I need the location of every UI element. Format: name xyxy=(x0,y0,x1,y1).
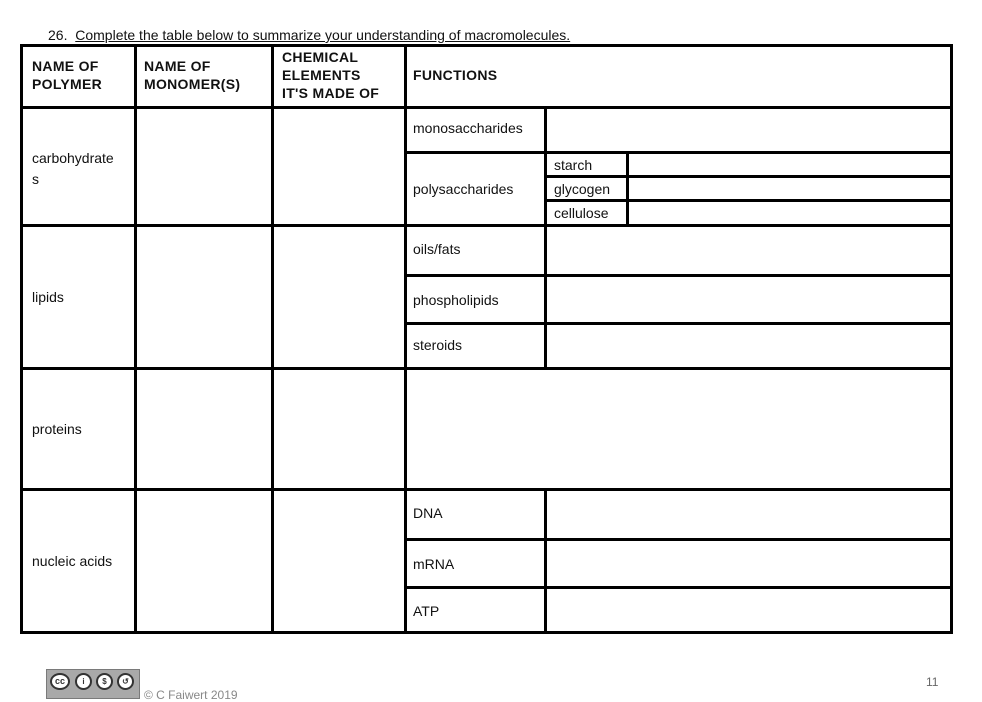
polymer-nucleic-acids: nucleic acids xyxy=(32,553,113,569)
header-elements-line1: CHEMICAL xyxy=(282,49,359,65)
starch-field[interactable] xyxy=(629,154,950,175)
function-label-monosaccharides: monosaccharides xyxy=(413,120,523,136)
function-label-steroids: steroids xyxy=(413,337,463,353)
header-polymer-line1: NAME OF xyxy=(32,58,99,74)
table-border-left xyxy=(20,44,23,634)
monomer-carbohydrates-field[interactable] xyxy=(137,109,271,224)
nc-icon: $ xyxy=(96,673,113,690)
atp-field[interactable] xyxy=(547,589,950,631)
header-functions: FUNCTIONS xyxy=(413,67,498,83)
header-elements-line3: IT'S MADE OF xyxy=(282,85,380,101)
question-prompt: 26. Complete the table below to summariz… xyxy=(48,27,570,43)
elements-nucleic-acids-field[interactable] xyxy=(274,491,404,631)
elements-proteins-field[interactable] xyxy=(274,370,404,488)
header-polymer-line2: POLYMER xyxy=(32,76,103,92)
cc-license-badge: cc i $ ↺ xyxy=(46,669,140,699)
page-number: 11 xyxy=(926,675,939,689)
header-elements: CHEMICAL ELEMENTS IT'S MADE OF xyxy=(282,48,379,102)
polymer-carbohydrates-line2: s xyxy=(32,171,39,187)
table-border-top xyxy=(20,44,953,47)
sublabel-starch: starch xyxy=(554,157,593,173)
polymer-lipids: lipids xyxy=(32,289,64,305)
by-icon: i xyxy=(75,673,92,690)
phospholipids-field[interactable] xyxy=(547,277,950,322)
sublabel-glycogen: glycogen xyxy=(554,181,611,197)
elements-carbohydrates-field[interactable] xyxy=(274,109,404,224)
monomer-nucleic-acids-field[interactable] xyxy=(137,491,271,631)
function-label-mrna: mRNA xyxy=(413,556,455,572)
monomer-lipids-field[interactable] xyxy=(137,227,271,367)
question-number: 26. xyxy=(48,27,68,43)
question-text: Complete the table below to summarize yo… xyxy=(75,27,571,43)
oils-fats-field[interactable] xyxy=(547,227,950,274)
col-divider-3 xyxy=(404,44,407,634)
function-label-dna: DNA xyxy=(413,505,443,521)
polymer-carbohydrates: carbohydrate s xyxy=(32,148,114,190)
monomer-proteins-field[interactable] xyxy=(137,370,271,488)
steroids-field[interactable] xyxy=(547,325,950,367)
header-monomer-line2: MONOMER(S) xyxy=(144,76,241,92)
function-label-polysaccharides: polysaccharides xyxy=(413,181,514,197)
cellulose-field[interactable] xyxy=(629,202,950,224)
header-polymer: NAME OF POLYMER xyxy=(32,57,102,93)
function-label-oils-fats: oils/fats xyxy=(413,241,461,257)
sublabel-cellulose: cellulose xyxy=(554,205,609,221)
cc-icon: cc xyxy=(50,673,70,690)
table-border-right xyxy=(950,44,953,634)
mrna-field[interactable] xyxy=(547,541,950,586)
polymer-carbohydrates-line1: carbohydrate xyxy=(32,150,114,166)
functions-proteins-field[interactable] xyxy=(407,370,950,488)
table-border-bottom xyxy=(20,631,953,634)
header-elements-line2: ELEMENTS xyxy=(282,67,361,83)
polymer-proteins: proteins xyxy=(32,421,82,437)
copyright-text: © C Faiwert 2019 xyxy=(144,688,238,702)
elements-lipids-field[interactable] xyxy=(274,227,404,367)
function-label-phospholipids: phospholipids xyxy=(413,292,499,308)
sa-icon: ↺ xyxy=(117,673,134,690)
glycogen-field[interactable] xyxy=(629,178,950,199)
function-label-atp: ATP xyxy=(413,603,440,619)
dna-field[interactable] xyxy=(547,491,950,538)
header-monomer: NAME OF MONOMER(S) xyxy=(144,57,240,93)
header-monomer-line1: NAME OF xyxy=(144,58,211,74)
monosaccharides-field[interactable] xyxy=(547,109,950,151)
